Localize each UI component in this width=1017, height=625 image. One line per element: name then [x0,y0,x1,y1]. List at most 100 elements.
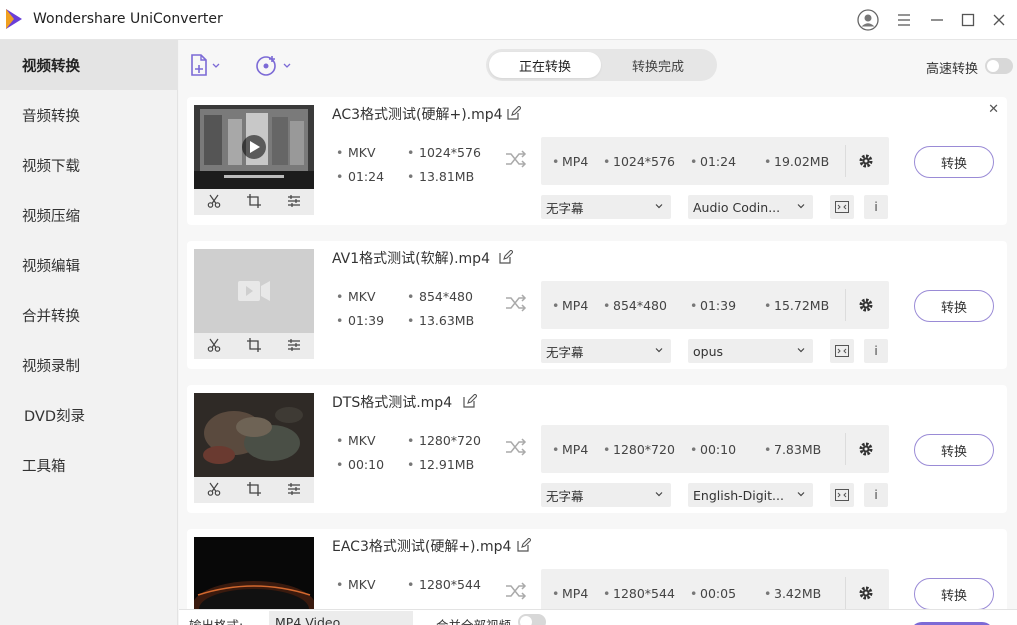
source-format: MKV [336,577,375,592]
edit-name-icon[interactable] [463,394,477,408]
subtitle-dropdown[interactable]: 无字幕 [541,483,671,507]
title-bar: Wondershare UniConverter [0,0,1017,40]
subtitle-dropdown[interactable]: 无字幕 [541,339,671,363]
sidebar-item-video-compress[interactable]: 视频压缩 [0,190,178,240]
audio-track-dropdown[interactable]: Audio Codin... [688,195,813,219]
gear-icon[interactable] [858,441,874,457]
source-resolution: 1024*576 [407,145,481,160]
crop-icon[interactable] [247,193,261,212]
sidebar: 视频转换 音频转换 视频下载 视频压缩 视频编辑 合并转换 视频录制 DVD刻录… [0,40,178,625]
sidebar-item-dvd-burn[interactable]: DVD刻录 [0,390,178,440]
sidebar-item-record[interactable]: 视频录制 [0,340,178,390]
output-duration: 00:05 [690,586,736,601]
video-thumbnail[interactable] [194,249,314,333]
sidebar-item-video-download[interactable]: 视频下载 [0,140,178,190]
gear-icon[interactable] [858,585,874,601]
audio-track-value: Audio Codin... [693,199,781,215]
gear-icon[interactable] [858,153,874,169]
source-size: 13.81MB [407,169,474,184]
crop-icon[interactable] [247,481,261,500]
menu-icon[interactable] [893,9,915,31]
audio-track-dropdown[interactable]: English-Digit... [688,483,813,507]
file-name: DTS格式测试.mp4 [332,395,453,411]
file-name: AV1格式测试(软解).mp4 [332,251,490,267]
file-card: DTS格式测试.mp4 MKV 1280*720 00:10 12.91MB M… [187,385,1007,513]
convert-button[interactable]: 转换 [914,434,994,466]
app-title: Wondershare UniConverter [33,11,223,27]
account-icon[interactable] [857,9,879,31]
output-size: 7.83MB [764,442,821,457]
info-button[interactable]: i [864,195,888,219]
merge-all-label: 合并全部视频 [436,615,511,625]
source-resolution: 1280*720 [407,433,481,448]
scissors-icon[interactable] [207,481,221,500]
convert-arrow-icon [506,150,527,168]
output-resolution: 854*480 [603,298,667,313]
subtitle-add-icon[interactable] [830,339,854,363]
output-format-value: MP4 Video [275,615,341,625]
subtitle-add-icon[interactable] [830,195,854,219]
sidebar-item-video-convert[interactable]: 视频转换 [0,40,178,90]
sidebar-item-audio-convert[interactable]: 音频转换 [0,90,178,140]
info-button[interactable]: i [864,483,888,507]
maximize-icon[interactable] [957,9,979,31]
output-settings-box[interactable]: MP4 854*480 01:39 15.72MB [541,281,889,329]
convert-button[interactable]: 转换 [914,290,994,322]
tab-converting[interactable]: 正在转换 [489,52,601,78]
output-format-select[interactable]: MP4 Video [269,611,413,625]
high-speed-toggle[interactable] [985,58,1013,74]
convert-arrow-icon [506,582,527,600]
sidebar-item-toolbox[interactable]: 工具箱 [0,440,178,490]
subtitle-value: 无字幕 [546,488,584,504]
convert-button[interactable]: 转换 [914,146,994,178]
sidebar-item-merge[interactable]: 合并转换 [0,290,178,340]
chevron-down-icon [655,348,663,353]
edit-name-icon[interactable] [507,106,521,120]
chevron-down-icon [655,204,663,209]
video-thumbnail[interactable] [194,105,314,189]
close-icon[interactable] [988,9,1010,31]
source-size: 13.63MB [407,313,474,328]
source-duration: 01:24 [336,169,384,184]
output-settings-box[interactable]: MP4 1280*720 00:10 7.83MB [541,425,889,473]
main-panel: 正在转换 转换完成 高速转换 AC3格式测试(硬解+).mp4 • MKV • … [179,40,1017,625]
subtitle-value: 无字幕 [546,344,584,360]
subtitle-add-icon[interactable] [830,483,854,507]
effects-icon[interactable] [287,481,301,500]
convert-button[interactable]: 转换 [914,578,994,610]
sidebar-item-video-edit[interactable]: 视频编辑 [0,240,178,290]
remove-file-icon[interactable]: ✕ [988,102,999,117]
status-tab-group: 正在转换 转换完成 [486,49,717,81]
edit-name-icon[interactable] [499,250,513,264]
tab-finished[interactable]: 转换完成 [602,52,714,78]
subtitle-dropdown[interactable]: 无字幕 [541,195,671,219]
output-format: MP4 [552,298,588,313]
high-speed-label: 高速转换 [926,62,979,77]
output-settings-box[interactable]: MP4 1024*576 01:24 19.02MB [541,137,889,185]
merge-all-toggle[interactable] [518,614,546,625]
gear-icon[interactable] [858,297,874,313]
edit-name-icon[interactable] [517,538,531,552]
minimize-icon[interactable] [926,9,948,31]
add-disc-button[interactable] [255,52,295,78]
output-format: MP4 [552,586,588,601]
source-format: MKV [336,433,375,448]
output-size: 3.42MB [764,586,821,601]
effects-icon[interactable] [287,193,301,212]
audio-track-dropdown[interactable]: opus [688,339,813,363]
source-resolution: 854*480 [407,289,473,304]
video-thumbnail[interactable] [194,393,314,477]
output-size: 19.02MB [764,154,829,169]
crop-icon[interactable] [247,337,261,356]
add-file-button[interactable] [189,52,225,78]
chevron-down-icon [655,492,663,497]
scissors-icon[interactable] [207,193,221,212]
convert-arrow-icon [506,438,527,456]
scissors-icon[interactable] [207,337,221,356]
audio-track-value: English-Digit... [693,487,784,503]
info-button[interactable]: i [864,339,888,363]
output-format: MP4 [552,154,588,169]
output-resolution: 1280*544 [603,586,675,601]
file-card: AV1格式测试(软解).mp4 MKV 854*480 01:39 13.63M… [187,241,1007,369]
effects-icon[interactable] [287,337,301,356]
